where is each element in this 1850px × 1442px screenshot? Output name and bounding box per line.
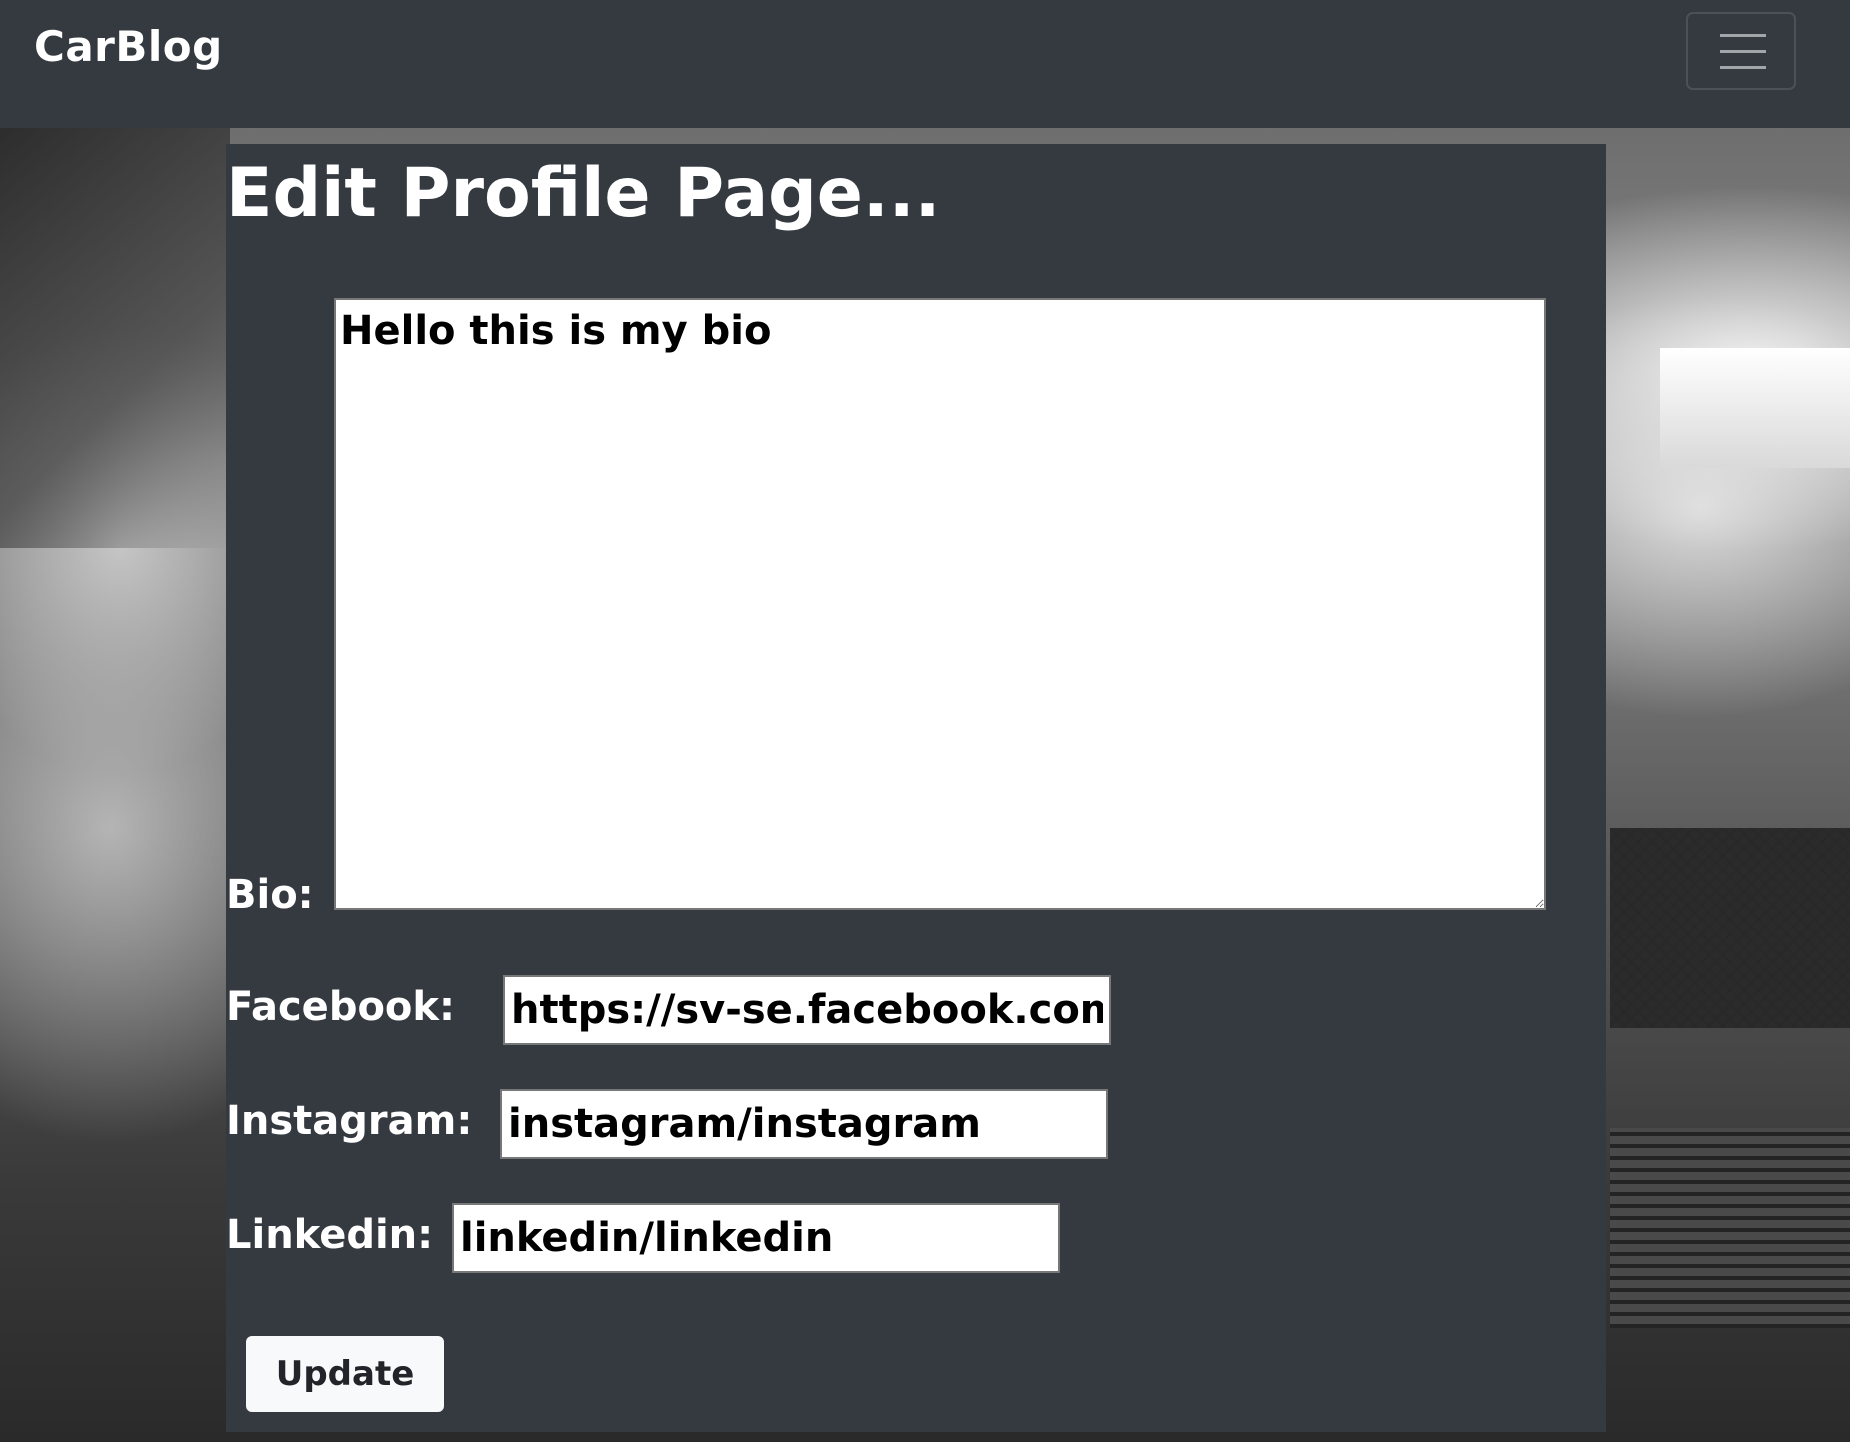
- linkedin-label: Linkedin:: [226, 1212, 434, 1258]
- bio-label: Bio:: [226, 872, 314, 918]
- bio-textarea[interactable]: Hello this is my bio: [334, 298, 1546, 910]
- background-shadow: [0, 128, 230, 548]
- instagram-input[interactable]: [500, 1089, 1108, 1159]
- brand-link[interactable]: CarBlog: [34, 22, 223, 71]
- linkedin-input[interactable]: [452, 1203, 1060, 1273]
- facebook-input[interactable]: [503, 975, 1111, 1045]
- hamburger-bar: [1720, 34, 1766, 37]
- background-grille: [1610, 828, 1850, 1028]
- edit-profile-form: Edit Profile Page... Bio: Hello this is …: [226, 144, 1606, 1432]
- hamburger-bar: [1720, 66, 1766, 69]
- navbar: CarBlog: [0, 0, 1850, 128]
- navbar-toggler-button[interactable]: [1686, 12, 1796, 90]
- update-button[interactable]: Update: [246, 1336, 444, 1412]
- facebook-label: Facebook:: [226, 984, 456, 1030]
- page-title: Edit Profile Page...: [226, 154, 941, 233]
- background-light: [1660, 348, 1850, 468]
- background-lower-grille: [1610, 1128, 1850, 1328]
- hamburger-bar: [1720, 50, 1766, 53]
- instagram-label: Instagram:: [226, 1098, 473, 1144]
